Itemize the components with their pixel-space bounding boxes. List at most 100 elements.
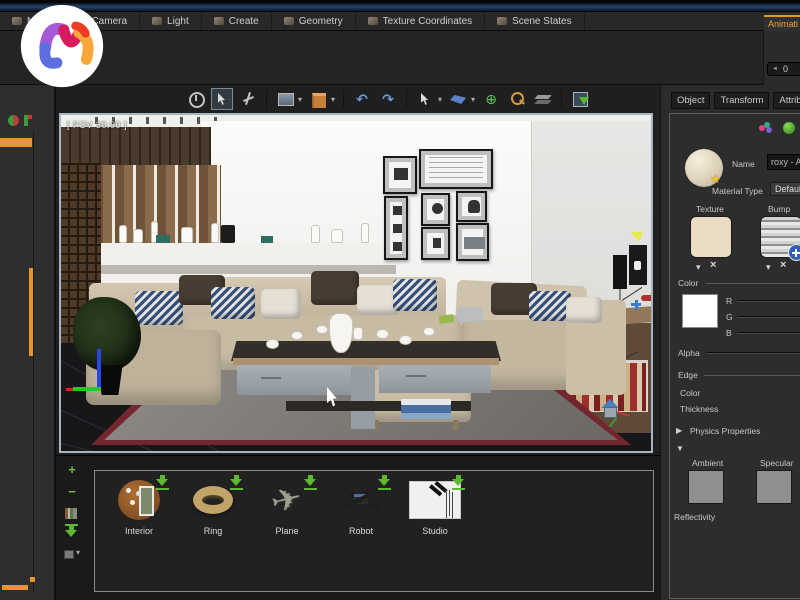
teacup [376,329,389,339]
fov-label: [ FOV 30.00 ] [67,120,128,130]
viewport-canvas[interactable]: [ FOV 30.00 ] [59,113,653,453]
tab-transform[interactable]: Transform [714,92,770,109]
plus-widget-bar [634,299,638,310]
asset-item-plane[interactable]: ✈ Plane [257,475,317,536]
focus-selection-icon[interactable]: ⊕ [481,89,501,109]
asset-item-interior[interactable]: Interior [109,475,169,536]
download-icon[interactable] [156,475,169,490]
texture-caret-icon[interactable]: ▾ [696,262,701,273]
dropdown-caret-icon[interactable]: ▾ [438,95,442,104]
tab-animation[interactable]: Animati [764,15,800,31]
vase [211,223,219,243]
download-icon[interactable] [452,475,465,490]
physics-collapse-icon[interactable]: ▶ [676,426,682,435]
menu-geometry[interactable]: Geometry [272,12,356,30]
picture-frame-tall [384,196,408,260]
sidebar-horizontal-scrollbar[interactable] [2,585,28,590]
render-image-icon[interactable] [275,89,295,109]
texture-clear-icon[interactable]: × [710,259,716,271]
dropdown-caret-icon[interactable]: ▾ [471,95,475,104]
title-bar [0,0,800,12]
texture-swatch[interactable] [690,216,732,258]
add-bump-icon[interactable] [788,244,800,261]
tab-attributes[interactable]: Attributes [773,92,800,109]
download-icon[interactable] [230,475,243,490]
sidebar-scroll-corner [30,577,35,582]
vase [181,227,193,243]
pillow-chevron [393,279,437,311]
group-rule [704,375,800,376]
green-slider[interactable] [738,316,800,318]
sidebar-toggle-icon[interactable] [8,115,19,126]
spinner-left-icon[interactable]: ◄ [772,66,778,72]
material-dots-icon[interactable] [759,122,773,134]
material-type-dropdown[interactable]: Default [770,182,800,196]
plane-tool-icon[interactable] [448,89,468,109]
alpha-slider[interactable] [706,352,800,354]
redo-icon[interactable]: ↷ [378,89,398,109]
diffuse-color-swatch[interactable] [682,294,718,328]
sidebar-vertical-scrollbar[interactable] [29,268,33,356]
sidebar-selected-item[interactable] [0,138,32,147]
select-tool-icon[interactable] [211,88,233,110]
upper-cabinet [61,127,211,165]
dropdown-caret-icon[interactable]: ▾ [298,95,302,104]
blue-slider[interactable] [738,332,800,334]
menu-label: Texture Coordinates [382,15,473,27]
zoom-tool-icon[interactable] [507,89,527,109]
picture-frame [383,156,417,194]
shading-cube-icon[interactable] [308,89,328,109]
milk-jug [353,327,363,340]
bump-swatch[interactable] [760,216,800,261]
sidebar-filter-icon[interactable] [24,115,32,126]
app-logo [20,4,104,88]
layers-icon[interactable] [533,89,553,109]
menu-label: Geometry [298,15,343,27]
axis-y-green [73,387,101,391]
undo-icon[interactable]: ↶ [352,89,372,109]
tab-object[interactable]: Object [671,92,711,109]
red-slider[interactable] [738,300,800,302]
scene-tree-sidebar [0,85,56,600]
asset-item-ring[interactable]: Ring [183,475,243,536]
add-asset-icon[interactable]: + [64,462,80,477]
cursor-tool-icon[interactable] [415,89,435,109]
menu-texture-coordinates[interactable]: Texture Coordinates [356,12,486,30]
menu-create[interactable]: Create [202,12,272,30]
thickness-label: Thickness [680,404,719,414]
axis-x-red [66,388,73,391]
asset-row: Interior Ring ✈ Plane Robot Studio [109,475,465,536]
download-icon[interactable] [378,475,391,490]
bump-caret-icon[interactable]: ▾ [766,262,771,273]
favorite-star-icon[interactable]: ★ [710,172,721,186]
transform-gizmo-icon[interactable] [238,89,258,109]
name-input[interactable]: roxy - An [767,154,800,170]
asset-item-studio[interactable]: Studio [405,475,465,536]
dropdown-caret-icon[interactable]: ▾ [331,95,335,104]
asset-item-robot[interactable]: Robot [331,475,391,536]
teacup [399,335,412,345]
plane-thumbnail: ✈ [267,480,307,520]
material-type-label: Material Type [712,186,763,196]
menu-light[interactable]: Light [140,12,202,30]
pillow-dark [311,271,359,305]
bump-clear-icon[interactable]: × [780,259,786,271]
thumbnail-view-icon[interactable] [64,548,80,559]
menu-bar: Move Camera Light Create Geometry Textur… [0,12,800,31]
shader-ball-icon[interactable] [783,122,795,134]
decor-sculpture [221,225,235,243]
specular-swatch[interactable] [756,470,792,504]
download-icon[interactable] [304,475,317,490]
menu-scene-states[interactable]: Scene States [485,12,585,30]
section-expand-icon[interactable]: ▼ [676,444,684,453]
toolbar-separator [561,90,563,108]
teacup [316,325,328,334]
remove-asset-icon[interactable]: − [64,484,80,499]
library-icon[interactable] [65,508,77,519]
orbit-tool-icon[interactable] [186,89,206,109]
export-screenshot-icon[interactable] [570,89,590,109]
pillow-chevron [211,287,255,319]
frame-spinner[interactable]: ◄ 0 [767,62,800,76]
ambient-swatch[interactable] [688,470,724,504]
properties-panel: Object Transform Attributes Ma ★ Name ro… [660,85,800,600]
